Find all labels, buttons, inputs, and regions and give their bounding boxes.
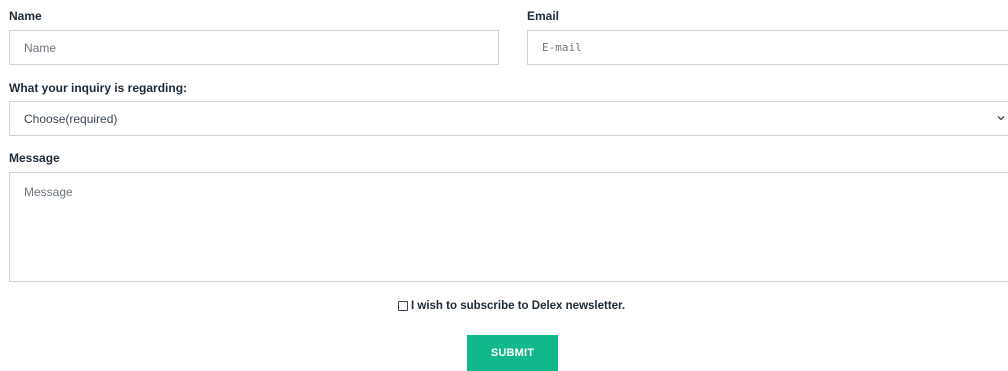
contact-form: Name Name Email E-mail What your inquiry… — [0, 0, 1008, 371]
name-label: Name — [9, 9, 42, 23]
inquiry-label: What your inquiry is regarding: — [9, 81, 188, 95]
message-label: Message — [9, 151, 60, 165]
email-label: Email — [527, 9, 560, 23]
message-textarea[interactable]: Message — [9, 172, 1008, 282]
name-input[interactable]: Name — [9, 30, 499, 65]
newsletter-checkbox[interactable] — [398, 301, 408, 311]
inquiry-select[interactable]: Choose(required) — [9, 101, 1008, 136]
email-placeholder: E-mail — [542, 41, 582, 54]
chevron-down-icon[interactable] — [997, 112, 1006, 126]
message-placeholder: Message — [24, 185, 73, 199]
newsletter-row[interactable]: I wish to subscribe to Delex newsletter. — [398, 299, 625, 313]
submit-button[interactable]: SUBMIT — [467, 335, 558, 371]
inquiry-selected-value: Choose(required) — [24, 112, 118, 126]
newsletter-label[interactable]: I wish to subscribe to Delex newsletter. — [411, 299, 625, 313]
email-input[interactable]: E-mail — [527, 30, 1008, 65]
name-placeholder: Name — [24, 41, 57, 55]
